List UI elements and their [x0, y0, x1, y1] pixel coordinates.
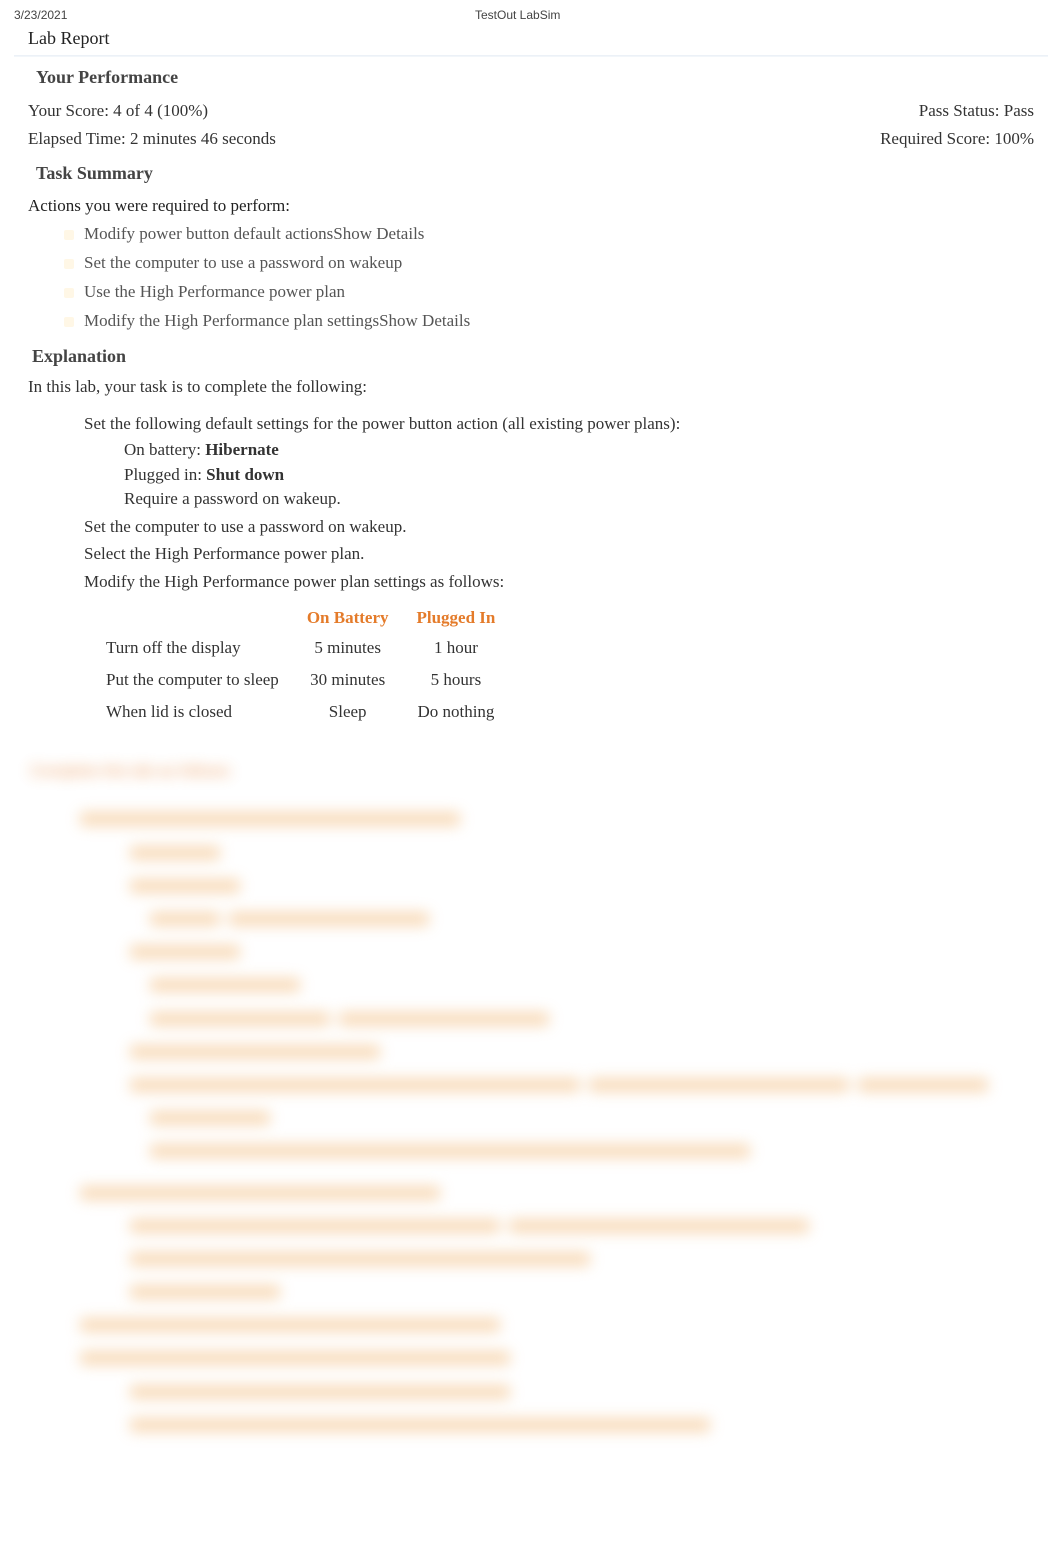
- table-row: Turn off the display 5 minutes 1 hour: [92, 632, 509, 664]
- page-meta-bar: 3/23/2021 TestOut LabSim: [14, 8, 1048, 22]
- task-sub-list: On battery: Hibernate Plugged in: Shut d…: [124, 438, 1048, 512]
- page-root: 3/23/2021 TestOut LabSim Lab Report Your…: [0, 0, 1062, 1484]
- plugged-value: Shut down: [206, 465, 284, 484]
- meta-spacer: [968, 8, 1048, 22]
- task-item: Set the following default settings for t…: [84, 411, 1048, 512]
- task-summary-heading: Task Summary: [36, 163, 1048, 184]
- cell-value: 5 minutes: [293, 632, 403, 664]
- task-item: Modify the High Performance power plan s…: [84, 569, 1048, 595]
- table-row: When lid is closed Sleep Do nothing: [92, 696, 509, 728]
- redacted-heading: Complete this lab as follows:: [30, 758, 1048, 785]
- elapsed-time-label: Elapsed Time: 2 minutes 46 seconds: [28, 126, 276, 152]
- task-sub-item: Require a password on wakeup.: [124, 487, 1048, 512]
- plugged-prefix: Plugged in:: [124, 465, 206, 484]
- task-item: Select the High Performance power plan.: [84, 541, 1048, 567]
- cell-value: 1 hour: [403, 632, 510, 664]
- row-label: When lid is closed: [92, 696, 293, 728]
- task-main-text: Set the following default settings for t…: [84, 414, 680, 433]
- cell-value: 30 minutes: [293, 664, 403, 696]
- task-sub-item: On battery: Hibernate: [124, 438, 1048, 463]
- battery-prefix: On battery:: [124, 440, 205, 459]
- row-label: Turn off the display: [92, 632, 293, 664]
- table-header-row: On Battery Plugged In: [92, 604, 509, 632]
- col-on-battery: On Battery: [293, 604, 403, 632]
- your-performance-heading: Your Performance: [36, 67, 1048, 88]
- divider: [14, 55, 1048, 57]
- task-sub-item: Plugged in: Shut down: [124, 463, 1048, 488]
- action-item: Use the High Performance power plan: [64, 278, 1048, 307]
- table-row: Put the computer to sleep 30 minutes 5 h…: [92, 664, 509, 696]
- cell-value: Do nothing: [403, 696, 510, 728]
- explanation-intro: In this lab, your task is to complete th…: [28, 377, 1048, 397]
- task-item: Set the computer to use a password on wa…: [84, 514, 1048, 540]
- report-title: Lab Report: [28, 28, 1048, 49]
- actions-required-title: Actions you were required to perform:: [28, 196, 1048, 216]
- power-settings-table: On Battery Plugged In Turn off the displ…: [92, 604, 509, 728]
- col-plugged-in: Plugged In: [403, 604, 510, 632]
- required-score-label: Required Score: 100%: [880, 126, 1034, 152]
- performance-left: Your Score: 4 of 4 (100%) Elapsed Time: …: [28, 98, 276, 153]
- performance-row: Your Score: 4 of 4 (100%) Elapsed Time: …: [28, 98, 1034, 153]
- score-label: Your Score: 4 of 4 (100%): [28, 98, 276, 124]
- cell-value: 5 hours: [403, 664, 510, 696]
- battery-value: Hibernate: [205, 440, 279, 459]
- explanation-heading: Explanation: [32, 346, 1048, 367]
- page-date: 3/23/2021: [14, 8, 67, 22]
- action-item: Set the computer to use a password on wa…: [64, 249, 1048, 278]
- actions-list: Modify power button default actionsShow …: [64, 220, 1048, 336]
- redacted-instructions: Complete this lab as follows:: [30, 758, 1048, 1438]
- row-label: Put the computer to sleep: [92, 664, 293, 696]
- page-app-name: TestOut LabSim: [67, 8, 968, 22]
- performance-right: Pass Status: Pass Required Score: 100%: [880, 98, 1034, 153]
- action-item: Modify the High Performance plan setting…: [64, 307, 1048, 336]
- action-item: Modify power button default actionsShow …: [64, 220, 1048, 249]
- explanation-task-list: Set the following default settings for t…: [84, 411, 1048, 595]
- pass-status-label: Pass Status: Pass: [880, 98, 1034, 124]
- cell-value: Sleep: [293, 696, 403, 728]
